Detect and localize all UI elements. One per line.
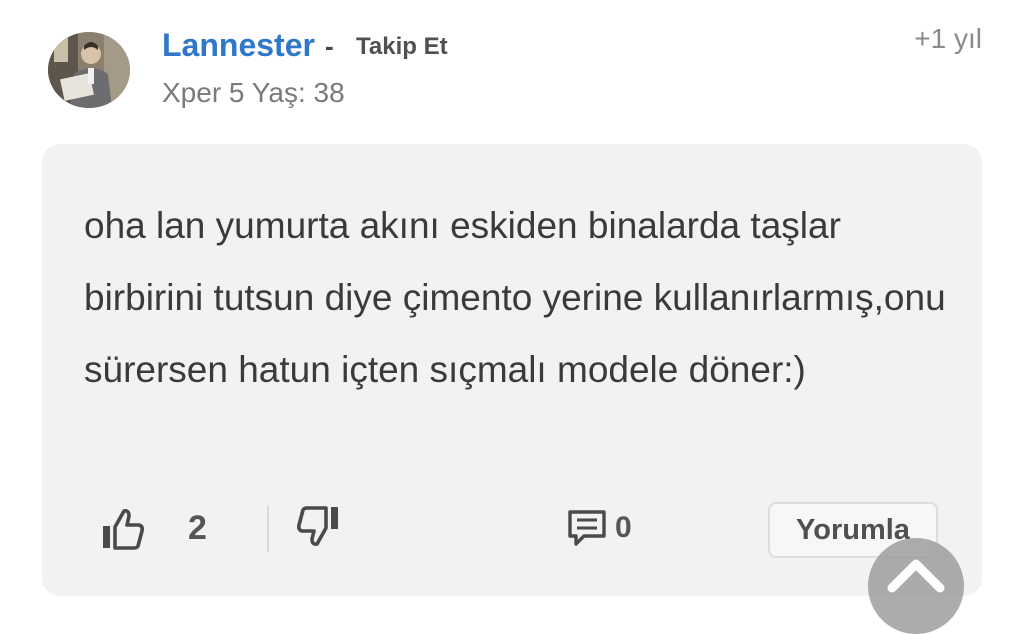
reply-count: 0 [615,511,632,544]
thumbs-up-icon [103,509,144,550]
like-count: 2 [188,509,207,547]
comment-icon [568,510,606,546]
scroll-to-top-button[interactable] [868,538,964,634]
comment-card: oha lan yumurta akını eskiden binalarda … [42,144,982,596]
username-dash: - [325,31,334,61]
username-link[interactable]: Lannester [162,26,315,64]
follow-button[interactable]: Takip Et [356,32,448,62]
timestamp: +1 yıl [914,23,982,54]
chevron-up-icon [887,559,945,593]
user-meta: Xper 5 Yaş: 38 [162,77,345,108]
thumbs-down-icon [297,506,338,546]
avatar[interactable] [48,32,130,108]
dislike-button[interactable] [294,504,342,550]
action-divider [267,506,269,552]
comment-text: oha lan yumurta akını eskiden binalarda … [84,205,946,390]
avatar-photo [48,32,130,108]
like-button[interactable] [100,506,146,552]
